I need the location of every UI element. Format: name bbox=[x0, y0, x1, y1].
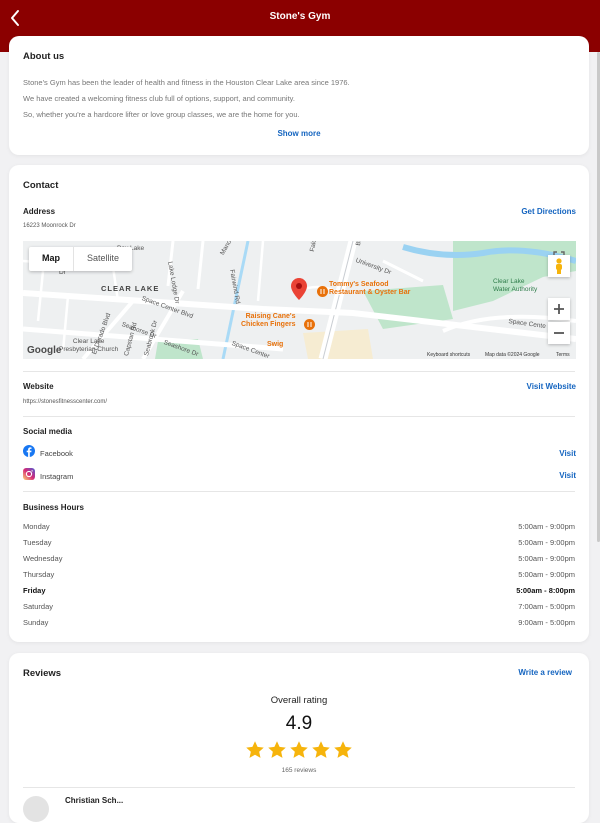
facebook-icon bbox=[23, 444, 35, 462]
reviewer-name: Christian Sch... bbox=[65, 796, 124, 805]
hours-day: Wednesday bbox=[23, 554, 63, 563]
star-icon bbox=[334, 741, 352, 758]
hours-time: 5:00am - 9:00pm bbox=[518, 538, 575, 547]
google-logo[interactable]: Google bbox=[27, 345, 61, 356]
hours-day: Thursday bbox=[23, 570, 55, 579]
business-hours-label: Business Hours bbox=[23, 503, 84, 512]
star-icon bbox=[290, 741, 308, 758]
map-embed[interactable]: Bay Lake Lake Lodge Dr Manor Square Fair… bbox=[23, 241, 576, 359]
divider bbox=[23, 491, 575, 492]
website-url: https://stonesfitnesscenter.com/ bbox=[23, 399, 108, 405]
map-tab-satellite[interactable]: Satellite bbox=[73, 247, 132, 271]
terms-link[interactable]: Terms bbox=[556, 352, 570, 358]
social-row-facebook: Facebook bbox=[23, 444, 73, 462]
zoom-in-icon[interactable] bbox=[548, 298, 570, 320]
hours-row: Wednesday 5:00am - 9:00pm bbox=[23, 554, 575, 566]
review-count: 165 reviews bbox=[281, 767, 317, 774]
map-data-link: Map data ©2024 Google bbox=[485, 352, 540, 358]
map-pin-icon[interactable] bbox=[291, 278, 307, 305]
hours-time: 5:00am - 8:00pm bbox=[516, 586, 575, 595]
get-directions-link[interactable]: Get Directions bbox=[521, 207, 576, 216]
hours-day: Friday bbox=[23, 586, 46, 595]
divider bbox=[23, 787, 575, 788]
social-media-label: Social media bbox=[23, 427, 72, 436]
map-poi-canes[interactable]: Raising Cane's Chicken Fingers bbox=[241, 313, 295, 329]
star-icon bbox=[268, 741, 286, 758]
about-line: Stone's Gym has been the leader of healt… bbox=[23, 78, 350, 87]
map-type-toggle: Map Satellite bbox=[29, 247, 133, 271]
map-poi-seafood[interactable]: Tommy's Seafood Restaurant & Oyster Bar bbox=[329, 281, 410, 297]
website-label: Website bbox=[23, 382, 54, 391]
fork-knife-icon bbox=[317, 284, 328, 302]
social-row-instagram: Instagram bbox=[23, 467, 74, 485]
address-value: 16223 Moonrock Dr bbox=[23, 223, 76, 229]
about-line: So, whether you're a hardcore lifter or … bbox=[23, 110, 300, 119]
star-icon bbox=[246, 741, 264, 758]
hours-row: Thursday 5:00am - 9:00pm bbox=[23, 570, 575, 582]
about-line: We have created a welcoming fitness club… bbox=[23, 94, 295, 103]
hours-row: Sunday 9:00am - 5:00pm bbox=[23, 618, 575, 630]
visit-instagram-link[interactable]: Visit bbox=[559, 471, 576, 480]
hours-row: Tuesday 5:00am - 9:00pm bbox=[23, 538, 575, 550]
reviews-card: Reviews Write a review Overall rating 4.… bbox=[9, 653, 589, 823]
visit-website-link[interactable]: Visit Website bbox=[527, 382, 577, 391]
hours-time: 7:00am - 5:00pm bbox=[518, 602, 575, 611]
hours-row: Saturday 7:00am - 5:00pm bbox=[23, 602, 575, 614]
instagram-icon bbox=[23, 467, 35, 485]
hours-time: 5:00am - 9:00pm bbox=[518, 554, 575, 563]
hours-day: Monday bbox=[23, 522, 50, 531]
star-rating bbox=[9, 740, 589, 760]
hours-day: Sunday bbox=[23, 618, 49, 627]
divider bbox=[23, 371, 575, 372]
keyboard-shortcuts-link[interactable]: Keyboard shortcuts bbox=[427, 352, 470, 358]
page-title: Stone's Gym bbox=[269, 11, 331, 22]
fork-knife-icon bbox=[304, 317, 315, 335]
map-label-presbyterian: Clear Lake Presbyterian Church bbox=[59, 338, 119, 353]
hours-time: 5:00am - 9:00pm bbox=[518, 570, 575, 579]
contact-title: Contact bbox=[23, 180, 59, 191]
visit-facebook-link[interactable]: Visit bbox=[559, 449, 576, 458]
hours-time: 5:00am - 9:00pm bbox=[518, 522, 575, 531]
show-more-button[interactable]: Show more bbox=[9, 129, 589, 138]
hours-row: Friday 5:00am - 8:00pm bbox=[23, 586, 575, 598]
hours-day: Tuesday bbox=[23, 538, 52, 547]
map-label-clear-lake: CLEAR LAKE bbox=[101, 284, 160, 293]
social-name: Facebook bbox=[40, 448, 73, 458]
pegman-icon[interactable] bbox=[548, 255, 570, 277]
about-title: About us bbox=[23, 51, 65, 62]
map-poi-water-authority[interactable]: Clear Lake Water Authority bbox=[493, 278, 537, 294]
hours-time: 9:00am - 5:00pm bbox=[518, 618, 575, 627]
overall-rating-label: Overall rating bbox=[270, 695, 328, 706]
contact-card: Contact Address 16223 Moonrock Dr Get Di… bbox=[9, 165, 589, 642]
social-name: Instagram bbox=[40, 471, 74, 481]
map-poi-swig[interactable]: Swig bbox=[267, 341, 283, 349]
write-review-link[interactable]: Write a review bbox=[518, 668, 572, 677]
hours-row: Monday 5:00am - 9:00pm bbox=[23, 522, 575, 534]
address-label: Address bbox=[23, 207, 56, 216]
rating-value: 4.9 bbox=[285, 713, 313, 734]
about-card: About us Stone's Gym has been the leader… bbox=[9, 36, 589, 155]
divider bbox=[23, 416, 575, 417]
map-tab-map[interactable]: Map bbox=[29, 247, 73, 271]
star-icon bbox=[312, 741, 330, 758]
reviews-title: Reviews bbox=[23, 668, 62, 679]
hours-day: Saturday bbox=[23, 602, 54, 611]
zoom-out-icon[interactable] bbox=[548, 322, 570, 344]
